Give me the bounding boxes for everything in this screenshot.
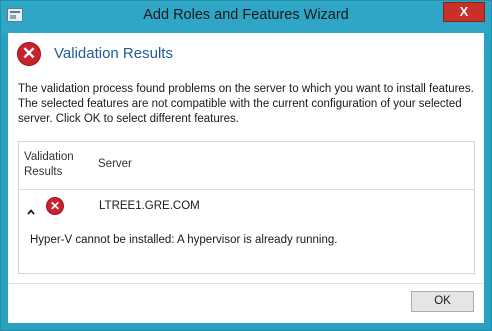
dialog-content: ✕ Validation Results The validation proc… (8, 33, 484, 323)
column-header-validation-results[interactable]: Validation Results (24, 150, 84, 180)
title-bar[interactable]: Add Roles and Features Wizard X (1, 1, 491, 33)
footer-divider (8, 283, 484, 284)
table-row[interactable]: ✕ LTREE1.GRE.COM (19, 194, 474, 222)
validation-description: The validation process found problems on… (18, 83, 474, 125)
header-divider (19, 189, 474, 190)
wizard-window: Add Roles and Features Wizard X ✕ Valida… (0, 0, 492, 331)
ok-button[interactable]: OK (411, 291, 474, 312)
column-header-server[interactable]: Server (98, 158, 132, 170)
server-name: LTREE1.GRE.COM (99, 200, 200, 212)
close-button[interactable]: X (443, 2, 485, 22)
window-title: Add Roles and Features Wizard (143, 7, 349, 23)
chevron-up-icon[interactable] (26, 202, 36, 215)
page-title: Validation Results (54, 45, 173, 62)
results-table: Validation Results Server ✕ LTREE1.GRE.C… (18, 141, 475, 274)
validation-detail: Hyper-V cannot be installed: A hyperviso… (30, 234, 338, 246)
error-icon: ✕ (46, 197, 64, 215)
error-icon: ✕ (17, 42, 41, 66)
